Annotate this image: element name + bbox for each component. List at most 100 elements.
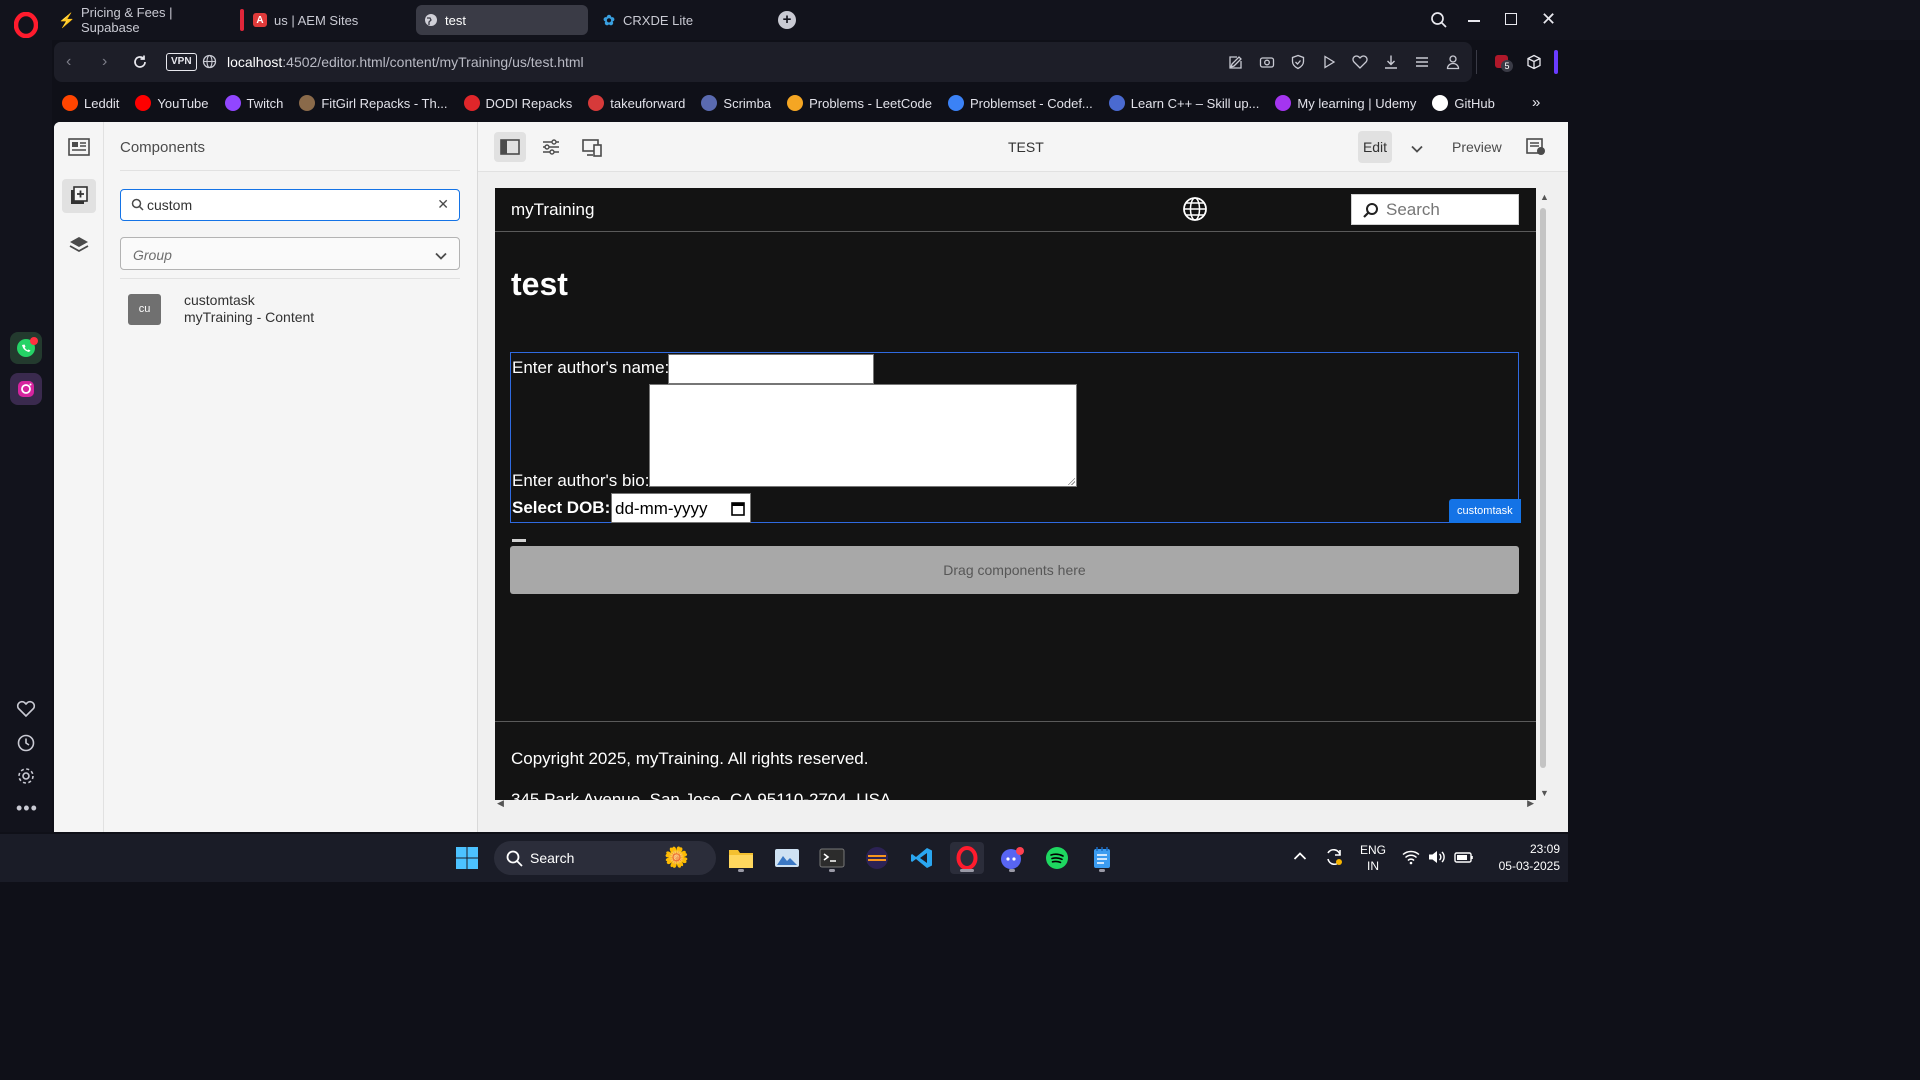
file-explorer-icon[interactable]	[724, 842, 758, 874]
bookmark-item[interactable]: Leddit	[54, 95, 127, 111]
component-search-field[interactable]: custom ✕	[120, 189, 460, 221]
calendar-icon[interactable]	[731, 500, 745, 519]
tab-crxde[interactable]: ✿ CRXDE Lite	[594, 5, 766, 35]
horizontal-scrollbar[interactable]: ◀ ▶	[495, 798, 1536, 810]
photos-app-icon[interactable]	[770, 842, 804, 874]
terminal-icon[interactable]	[815, 842, 849, 874]
history-icon[interactable]	[16, 733, 36, 756]
bookmark-item[interactable]: Learn C++ – Skill up...	[1101, 95, 1268, 111]
minimize-icon[interactable]	[1468, 20, 1480, 22]
preview-button[interactable]: Preview	[1452, 139, 1502, 155]
page-properties-sliders-icon[interactable]	[542, 138, 560, 159]
tab-label: Pricing & Fees | Supabase	[81, 5, 173, 35]
close-window-icon[interactable]: ✕	[1541, 9, 1556, 30]
shield-icon[interactable]	[1290, 54, 1306, 70]
customtask-component[interactable]: Enter author's name: Enter author's bio:…	[510, 352, 1521, 523]
bookmark-item[interactable]: FitGirl Repacks - Th...	[291, 95, 455, 111]
dob-date-input[interactable]: dd-mm-yyyy	[611, 493, 751, 523]
forward-icon[interactable]: ›	[102, 53, 107, 71]
tab-test[interactable]: test	[416, 5, 588, 35]
vpn-badge[interactable]: VPN	[166, 53, 197, 71]
site-brand[interactable]: myTraining	[511, 200, 594, 220]
content-tree-layers-icon[interactable]	[69, 235, 89, 258]
bookmark-item[interactable]: GitHub	[1424, 95, 1502, 111]
language-indicator[interactable]: ENG IN	[1360, 842, 1386, 874]
page-tree-icon[interactable]	[68, 137, 90, 160]
opera-taskbar-icon[interactable]	[950, 842, 984, 874]
reload-icon[interactable]	[132, 54, 148, 73]
edit-mode-button[interactable]: Edit	[1358, 131, 1392, 163]
bookmark-item[interactable]: Scrimba	[693, 95, 779, 111]
back-icon[interactable]: ‹	[66, 53, 71, 71]
scroll-down-icon[interactable]: ▼	[1540, 788, 1549, 798]
site-info-globe-icon[interactable]	[202, 54, 217, 72]
url-field[interactable]: localhost:4502/editor.html/content/myTra…	[227, 54, 584, 70]
extensions-cube-icon[interactable]	[1526, 54, 1542, 73]
toggle-side-panel-icon[interactable]	[494, 132, 526, 162]
vscode-icon[interactable]	[905, 842, 939, 874]
emulator-devices-icon[interactable]	[582, 137, 602, 160]
scroll-left-icon[interactable]: ◀	[497, 798, 504, 809]
site-search-input[interactable]: Search	[1351, 194, 1519, 225]
scroll-thumb[interactable]	[1540, 208, 1546, 768]
mode-chevron-down-icon[interactable]	[1411, 141, 1423, 156]
opera-logo-icon[interactable]	[13, 11, 39, 39]
easy-setup-icon[interactable]	[1414, 54, 1430, 70]
spotify-icon[interactable]	[1040, 842, 1074, 874]
bookmark-item[interactable]: DODI Repacks	[456, 95, 581, 111]
scroll-up-icon[interactable]: ▲	[1540, 192, 1549, 202]
scroll-right-icon[interactable]: ▶	[1527, 798, 1534, 809]
whatsapp-icon[interactable]	[10, 332, 42, 364]
author-bio-textarea[interactable]	[649, 384, 1077, 487]
heart-icon[interactable]	[16, 700, 36, 721]
download-icon[interactable]	[1383, 54, 1399, 70]
component-tag[interactable]: customtask	[1449, 499, 1521, 523]
search-value: custom	[147, 197, 193, 213]
clear-search-icon[interactable]: ✕	[437, 196, 449, 213]
more-icon[interactable]: •••	[16, 798, 38, 819]
component-list-item[interactable]: cu customtask myTraining - Content	[120, 288, 460, 330]
favorite-heart-icon[interactable]	[1352, 54, 1368, 70]
author-name-input[interactable]	[668, 354, 874, 384]
bookmark-item[interactable]: YouTube	[127, 95, 216, 111]
tab-aem-sites[interactable]: A us | AEM Sites	[232, 5, 407, 35]
bookmark-item[interactable]: takeuforward	[580, 95, 693, 111]
resize-handle-icon[interactable]	[1067, 477, 1075, 485]
windows-start-icon[interactable]	[450, 842, 484, 874]
play-icon[interactable]	[1321, 54, 1337, 70]
bookmark-item[interactable]: Problemset - Codef...	[940, 95, 1101, 111]
bookmark-label: FitGirl Repacks - Th...	[321, 95, 448, 111]
bookmark-label: GitHub	[1454, 95, 1495, 111]
extension-icon[interactable]: 5	[1494, 53, 1513, 72]
sync-icon[interactable]	[1324, 847, 1344, 870]
components-panel-icon[interactable]	[62, 179, 96, 213]
bookmark-item[interactable]: My learning | Udemy	[1267, 95, 1424, 111]
eclipse-icon[interactable]	[860, 842, 894, 874]
vertical-scrollbar[interactable]: ▲ ▼	[1536, 188, 1550, 800]
snapshot-camera-icon[interactable]	[1259, 54, 1275, 70]
discord-icon[interactable]	[995, 842, 1029, 874]
restore-icon[interactable]	[1505, 13, 1517, 25]
wifi-icon	[1402, 850, 1420, 865]
instagram-icon[interactable]	[10, 373, 42, 405]
taskbar-search-box[interactable]: Search 🌼	[494, 841, 716, 875]
system-tray[interactable]	[1402, 849, 1474, 865]
profile-icon[interactable]	[1445, 54, 1461, 70]
edit-icon[interactable]	[1228, 54, 1244, 70]
settings-gear-icon[interactable]	[16, 766, 36, 789]
language-globe-icon[interactable]	[1182, 196, 1208, 225]
clock[interactable]: 23:09 05-03-2025	[1476, 841, 1560, 875]
page-info-icon[interactable]	[1526, 138, 1546, 159]
bookmark-item[interactable]: Twitch	[217, 95, 292, 111]
group-select[interactable]: Group	[120, 237, 460, 270]
new-tab-plus-icon[interactable]: +	[778, 11, 796, 29]
notepad-icon[interactable]	[1085, 842, 1119, 874]
tab-search-icon[interactable]	[1430, 11, 1448, 32]
show-hidden-icons-chevron-icon[interactable]	[1293, 849, 1307, 864]
tab-strip: ⚡ Pricing & Fees | Supabase A us | AEM S…	[52, 0, 1920, 40]
bookmarks-overflow-chevron-icon[interactable]: »	[1532, 94, 1540, 111]
drop-zone[interactable]: Drag components here	[510, 546, 1519, 594]
bookmark-item[interactable]: Problems - LeetCode	[779, 95, 940, 111]
editor-canvas: myTraining Search test Enter author's na…	[478, 172, 1568, 832]
tab-supabase[interactable]: ⚡ Pricing & Fees | Supabase	[52, 5, 224, 35]
